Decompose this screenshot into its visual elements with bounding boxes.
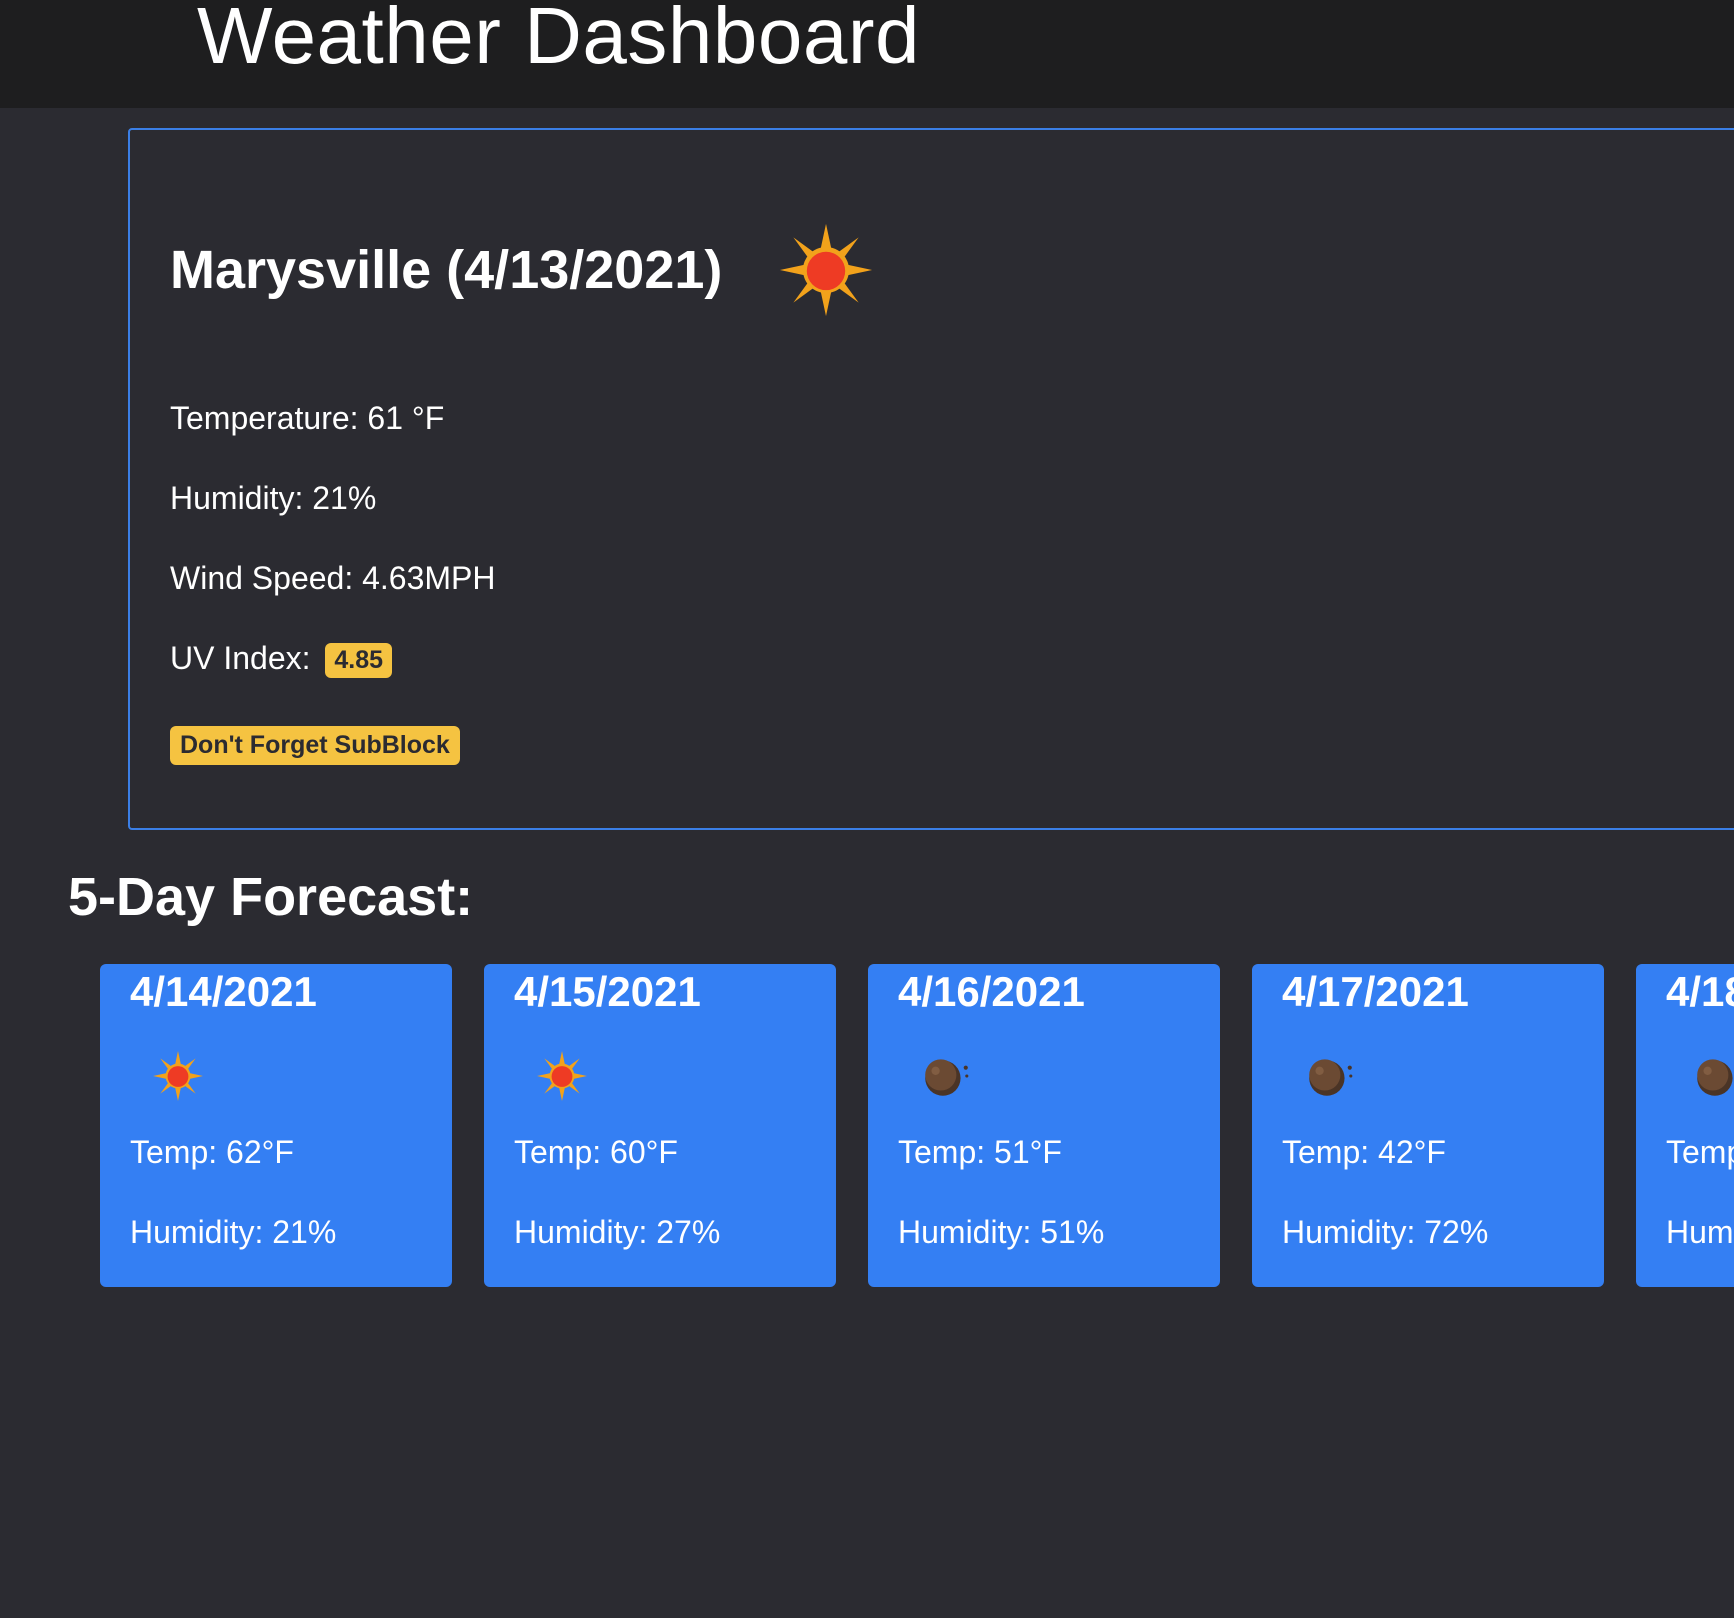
moon-icon	[1309, 1059, 1353, 1096]
sun-icon	[153, 1051, 203, 1101]
forecast-humidity: Hum	[1666, 1214, 1734, 1250]
forecast-temp: Temp: 42°F	[1282, 1134, 1446, 1170]
sun-icon	[537, 1051, 587, 1101]
forecast-date: 4/14/2021	[130, 968, 317, 1015]
city-row: Marysville (4/13/2021)	[170, 222, 874, 318]
current-weather-card: Marysville (4/13/2021) Temperature: 61 °…	[128, 128, 1734, 830]
moon-icon	[1697, 1059, 1733, 1096]
uv-index-label: UV Index:	[170, 640, 311, 676]
forecast-temp: Temp	[1666, 1134, 1734, 1170]
page-title: Weather Dashboard	[197, 0, 920, 80]
forecast-card: 4/14/2021 Temp: 62°F Humidity: 21%	[100, 964, 452, 1287]
uv-index-badge: 4.85	[325, 643, 393, 679]
forecast-humidity: Humidity: 27%	[514, 1214, 721, 1250]
forecast-temp: Temp: 62°F	[130, 1134, 294, 1170]
forecast-humidity: Humidity: 72%	[1282, 1214, 1489, 1250]
wind-speed-text: Wind Speed: 4.63MPH	[170, 560, 496, 596]
subblock-reminder-badge: Don't Forget SubBlock	[170, 726, 460, 765]
forecast-date: 4/17/2021	[1282, 968, 1469, 1015]
forecast-title: 5-Day Forecast:	[68, 867, 474, 927]
forecast-humidity: Humidity: 21%	[130, 1214, 337, 1250]
temperature-text: Temperature: 61 °F	[170, 400, 445, 436]
forecast-date: 4/15/2021	[514, 968, 701, 1015]
forecast-temp: Temp: 51°F	[898, 1134, 1062, 1170]
forecast-date: 4/18	[1666, 968, 1734, 1015]
forecast-humidity: Humidity: 51%	[898, 1214, 1105, 1250]
city-title: Marysville (4/13/2021)	[170, 240, 723, 300]
sun-icon	[780, 223, 873, 317]
forecast-card: 4/16/2021 Temp: 51°F Humidity: 51%	[868, 964, 1220, 1287]
forecast-card: 4/18 Temp Hum	[1636, 964, 1734, 1287]
moon-icon	[925, 1059, 969, 1096]
forecast-card: 4/17/2021 Temp: 42°F Humidity: 72%	[1252, 964, 1604, 1287]
forecast-date: 4/16/2021	[898, 968, 1085, 1015]
header-bar: Weather Dashboard	[0, 0, 1734, 108]
uv-index-row: UV Index: 4.85	[170, 640, 393, 679]
forecast-card: 4/15/2021 Temp: 60°F Humidity: 27%	[484, 964, 836, 1287]
forecast-temp: Temp: 60°F	[514, 1134, 678, 1170]
humidity-text: Humidity: 21%	[170, 480, 377, 516]
